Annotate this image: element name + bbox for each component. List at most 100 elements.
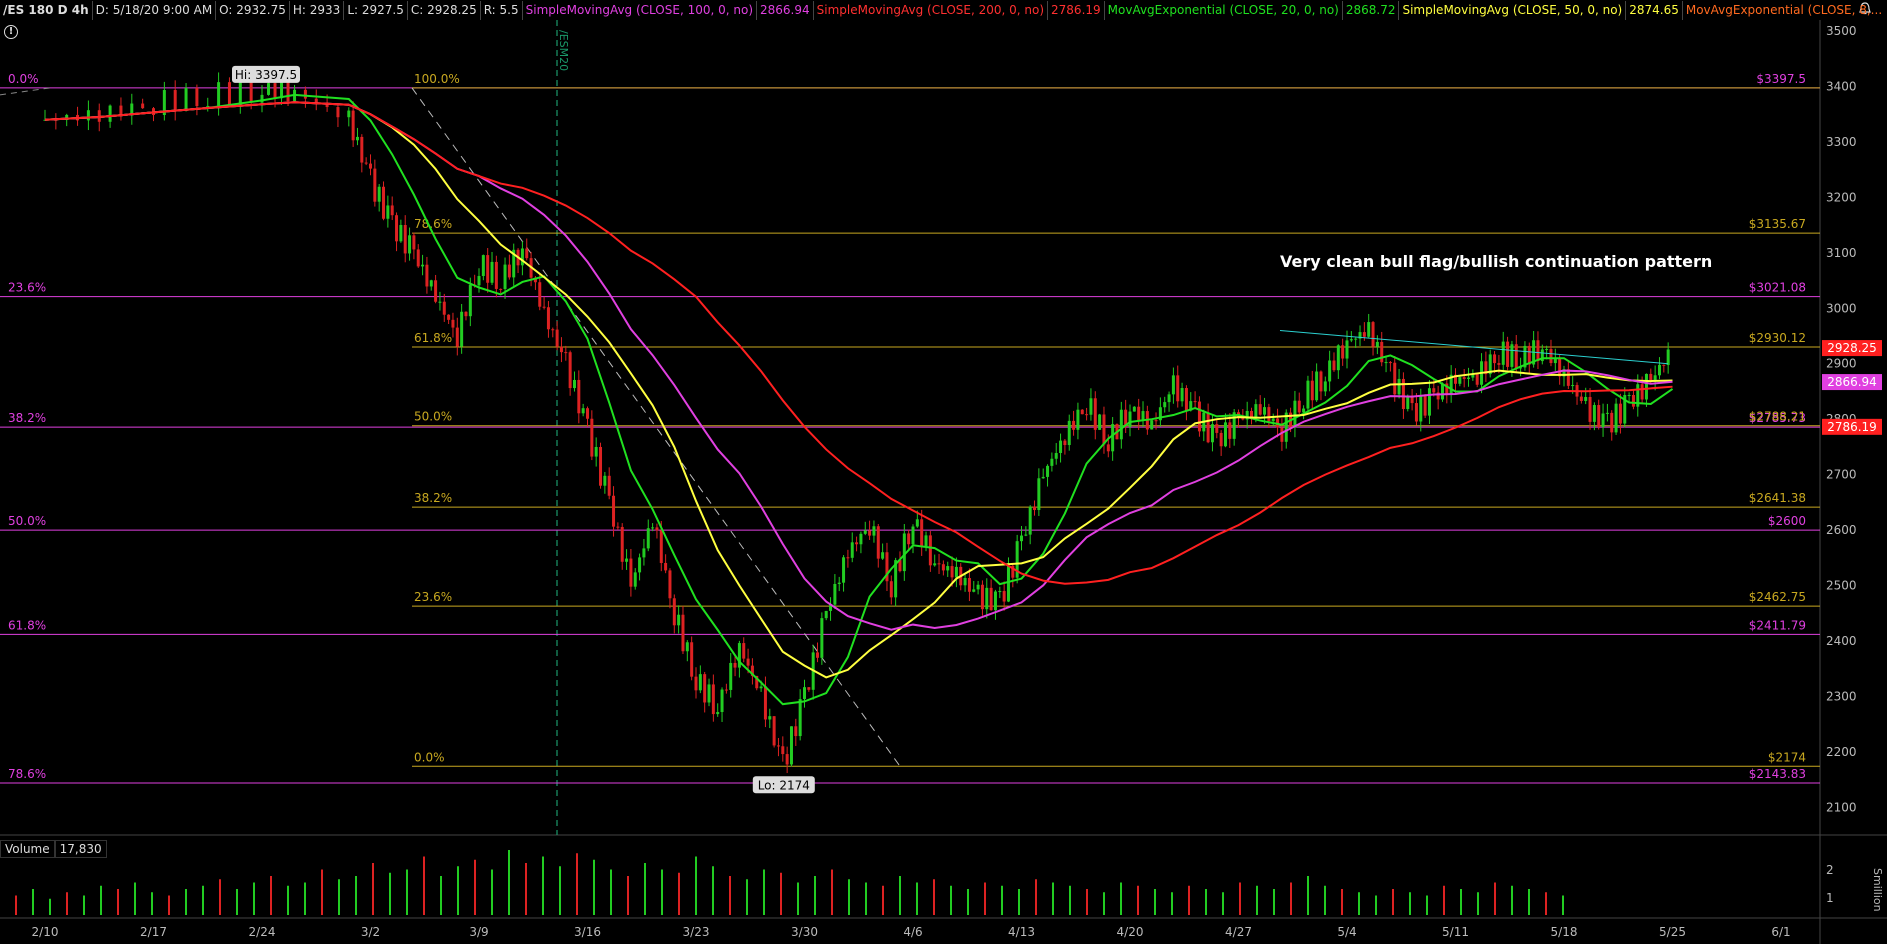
fib-right-price: $2174: [1768, 750, 1806, 764]
candle-body: [924, 535, 928, 547]
price-badge-label: 2786.19: [1827, 420, 1877, 434]
candle-body: [377, 186, 381, 202]
candle-body: [206, 105, 210, 107]
candle-body: [395, 215, 399, 242]
candle-body: [1510, 344, 1514, 367]
close-label: C: 2928.25: [408, 0, 481, 20]
candle-body: [1440, 383, 1444, 400]
candle-body: [1571, 385, 1575, 387]
candle-body: [629, 558, 633, 587]
candle-body: [863, 530, 867, 534]
candle-body: [1193, 401, 1197, 403]
volume-bar: [1188, 885, 1190, 915]
candle-body: [1119, 409, 1123, 440]
candle-body: [655, 527, 659, 531]
study-ema8-label[interactable]: MovAvgExponential (CLOSE, 8,...: [1683, 1, 1885, 20]
candle-body: [1228, 422, 1232, 439]
candle-body: [1085, 414, 1089, 416]
symbol-label[interactable]: /ES 180 D 4h: [0, 0, 93, 20]
volume-bar: [134, 882, 136, 915]
candle-body: [382, 186, 386, 219]
study-sma100-label[interactable]: SimpleMovingAvg (CLOSE, 100, 0, no): [523, 0, 758, 20]
candle-body: [855, 542, 859, 545]
candle-body: [742, 643, 746, 659]
candle-body: [681, 614, 685, 652]
candle-body: [1393, 362, 1397, 395]
candle-body: [1111, 424, 1115, 452]
volume-bar: [559, 866, 561, 915]
study-sma200-label[interactable]: SimpleMovingAvg (CLOSE, 200, 0, no): [814, 0, 1049, 20]
candle-body: [590, 418, 594, 457]
candle-body: [1549, 349, 1553, 364]
candle-body: [833, 583, 837, 605]
candle-body: [577, 379, 581, 414]
volume-bar: [202, 885, 204, 915]
candle-body: [876, 526, 880, 559]
candle-body: [781, 746, 785, 755]
candle-body: [421, 264, 425, 267]
volume-bar: [678, 872, 680, 915]
volume-bar: [1392, 889, 1394, 915]
candle-body: [267, 83, 271, 95]
candle-body: [1150, 420, 1154, 430]
fib-left-price: $3397.5: [1756, 72, 1806, 86]
volume-bar: [1341, 889, 1343, 915]
y-tick-label: 3400: [1826, 80, 1857, 94]
candle-body: [976, 584, 980, 590]
candle-body: [1024, 534, 1028, 536]
price-chart[interactable]: 2100220023002400250026002700280029003000…: [0, 0, 1887, 944]
study-sma50-label[interactable]: SimpleMovingAvg (CLOSE, 50, 0, no): [1399, 0, 1627, 20]
candle-body: [928, 535, 932, 566]
candle-body: [1627, 394, 1631, 396]
candle-body: [1332, 360, 1336, 371]
fib-left-pct: 78.6%: [8, 767, 46, 781]
candle-body: [490, 261, 494, 283]
candle-body: [1128, 411, 1132, 427]
candle-body: [1349, 339, 1353, 341]
x-tick-label: 3/23: [683, 925, 710, 939]
candle-body: [1041, 476, 1045, 479]
candle-body: [1067, 420, 1071, 446]
candle-body: [1163, 402, 1167, 408]
candle-body: [412, 235, 416, 250]
candle-body: [1384, 362, 1388, 364]
low-label: L: 2927.5: [344, 0, 408, 20]
candle-body: [355, 136, 359, 141]
volume-bar: [1375, 895, 1377, 915]
y-tick-label: 2100: [1826, 800, 1857, 814]
candle-body: [195, 87, 199, 107]
volume-bar: [984, 882, 986, 915]
volume-bar: [185, 889, 187, 915]
candle-body: [416, 249, 420, 267]
candle-body: [915, 519, 919, 527]
candle-body: [351, 110, 355, 141]
candle-body: [794, 726, 798, 737]
volume-bar: [1460, 889, 1462, 915]
candle-body: [551, 329, 555, 331]
candle-body: [564, 352, 568, 354]
volume-bar: [1562, 895, 1564, 915]
price-badge-label: 2928.25: [1827, 341, 1877, 355]
candle-body: [1206, 412, 1210, 443]
y-tick-label: 2900: [1826, 357, 1857, 371]
candle-body: [1462, 377, 1466, 379]
x-tick-label: 5/25: [1659, 925, 1686, 939]
x-tick-label: 4/27: [1225, 925, 1252, 939]
volume-bar: [457, 866, 459, 915]
candle-body: [1536, 340, 1540, 362]
y-tick-label: 3500: [1826, 24, 1857, 38]
candle-body: [525, 248, 529, 259]
fib-right-pct: 50.0%: [414, 410, 452, 424]
high-label: H: 2933: [290, 0, 345, 20]
sma100-line: [44, 101, 1673, 631]
candle-body: [586, 408, 589, 419]
candle-body: [1093, 398, 1097, 430]
candle-body: [369, 163, 372, 169]
candle-body: [1406, 395, 1410, 409]
volume-bar: [1443, 885, 1445, 915]
candle-body: [390, 205, 394, 216]
y-tick-label: 2600: [1826, 523, 1857, 537]
candle-body: [1584, 397, 1588, 401]
candle-body: [1215, 424, 1219, 433]
study-ema20-label[interactable]: MovAvgExponential (CLOSE, 20, 0, no): [1105, 0, 1343, 20]
